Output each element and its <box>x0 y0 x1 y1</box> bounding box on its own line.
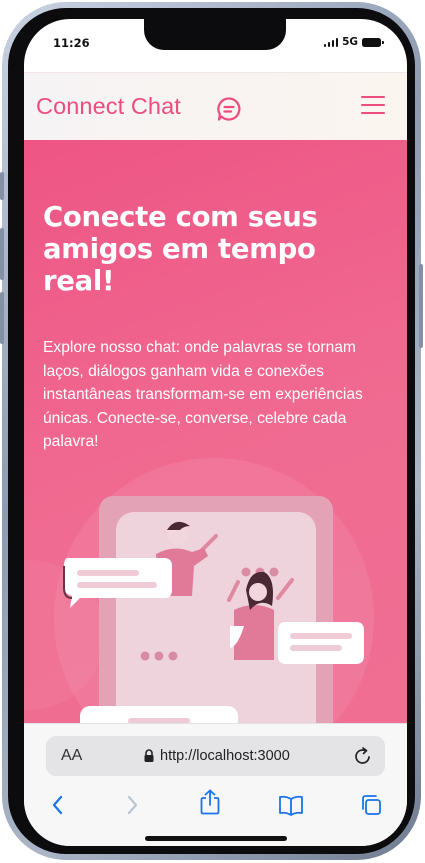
power-button <box>419 264 423 348</box>
text-size-label: AA <box>61 747 83 764</box>
chat-illustration <box>63 496 364 723</box>
share-icon[interactable] <box>199 788 221 816</box>
network-type: 5G <box>342 36 358 48</box>
hamburger-menu-icon[interactable] <box>361 95 385 115</box>
url-text[interactable]: http://localhost:3000 <box>160 748 290 764</box>
lock-icon <box>144 749 154 762</box>
reload-icon[interactable] <box>353 746 373 766</box>
mute-switch <box>0 172 4 200</box>
site-header: Connect Chat <box>24 72 407 141</box>
volume-up-button <box>0 228 4 280</box>
hero-title: Conecte com seus amigos em tempo real! <box>43 201 318 297</box>
notch <box>144 19 286 50</box>
tabs-icon[interactable] <box>360 794 384 816</box>
address-bar[interactable]: AA http://localhost:3000 <box>46 736 385 776</box>
signal-icon <box>323 37 339 47</box>
battery-icon <box>362 37 384 47</box>
status-time: 11:26 <box>53 36 90 50</box>
home-indicator <box>145 836 287 841</box>
screen: 11:26 5G Connect Chat Conecte com seus a… <box>24 19 407 846</box>
bookmarks-icon[interactable] <box>278 794 304 816</box>
back-icon[interactable] <box>50 794 66 816</box>
safari-toolbar: AA http://localhost:3000 <box>24 723 407 846</box>
hero-description: Explore nosso chat: onde palavras se tor… <box>43 339 363 450</box>
hero-section: Conecte com seus amigos em tempo real! E… <box>24 140 407 723</box>
phone-frame: 11:26 5G Connect Chat Conecte com seus a… <box>0 2 423 860</box>
text-size-button[interactable]: AA <box>61 747 82 765</box>
chat-bubble-icon <box>217 97 241 121</box>
status-indicators: 5G <box>323 36 384 48</box>
forward-icon[interactable] <box>124 794 140 816</box>
brand-name[interactable]: Connect Chat <box>36 93 181 120</box>
volume-down-button <box>0 292 4 344</box>
